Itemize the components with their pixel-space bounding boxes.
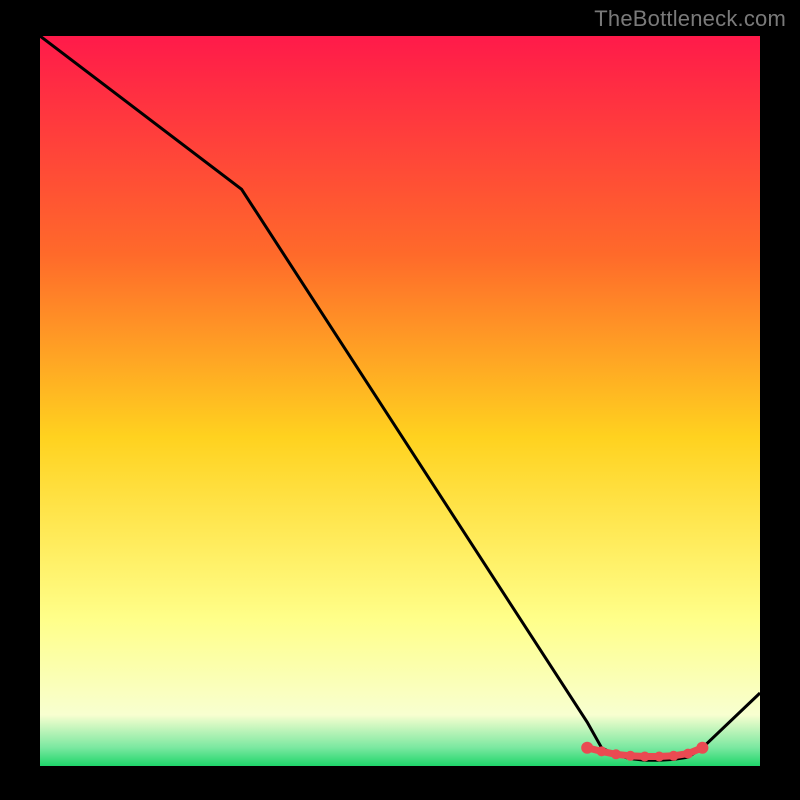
attribution-label: TheBottleneck.com	[594, 6, 786, 32]
chart-svg	[40, 36, 760, 766]
chart-frame: TheBottleneck.com	[0, 0, 800, 800]
optimal-marker	[696, 742, 708, 754]
chart-plot-area	[40, 36, 760, 766]
optimal-marker	[597, 746, 607, 756]
optimal-marker	[581, 742, 593, 754]
optimal-marker	[625, 751, 635, 761]
optimal-marker	[640, 752, 650, 762]
optimal-marker	[611, 749, 621, 759]
optimal-marker	[654, 752, 664, 762]
optimal-marker	[683, 749, 693, 759]
gradient-background	[40, 36, 760, 766]
optimal-marker	[669, 751, 679, 761]
